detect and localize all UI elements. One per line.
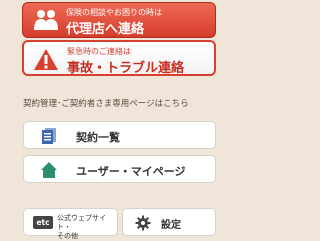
gear-icon — [135, 215, 151, 231]
emergency-contact-title: 事故・トラブル連絡 — [67, 61, 185, 76]
user-mypage-button[interactable]: ユーザー・マイページ — [23, 155, 216, 183]
official-site-line1: 公式ウェブサイト・ — [57, 214, 106, 231]
agency-contact-title: 代理店へ連絡 — [66, 22, 145, 37]
official-site-line2: その他 — [57, 232, 78, 240]
etc-badge: etc — [33, 216, 53, 229]
section-heading: 契約管理･ご契約者さま専用ページはこちら — [23, 99, 189, 109]
people-icon — [33, 8, 59, 32]
official-site-label: 公式ウェブサイト・ その他 — [57, 214, 117, 241]
emergency-contact-button[interactable]: 緊急時のご連絡は 事故・トラブル連絡 — [22, 40, 216, 76]
warning-icon — [33, 48, 59, 71]
emergency-contact-subtitle: 緊急時のご連絡は — [67, 47, 131, 56]
document-icon — [40, 127, 58, 145]
user-mypage-label: ユーザー・マイページ — [76, 165, 186, 178]
agency-contact-button[interactable]: 保険の相談やお困りの時は 代理店へ連絡 — [22, 2, 216, 38]
agency-contact-subtitle: 保険の相談やお困りの時は — [66, 8, 162, 17]
settings-button[interactable]: 設定 — [122, 208, 216, 236]
contract-list-button[interactable]: 契約一覧 — [23, 121, 216, 149]
house-icon — [40, 161, 58, 179]
settings-label: 設定 — [161, 220, 181, 231]
official-site-button[interactable]: etc 公式ウェブサイト・ その他 — [23, 208, 118, 240]
contract-list-label: 契約一覧 — [76, 131, 120, 144]
